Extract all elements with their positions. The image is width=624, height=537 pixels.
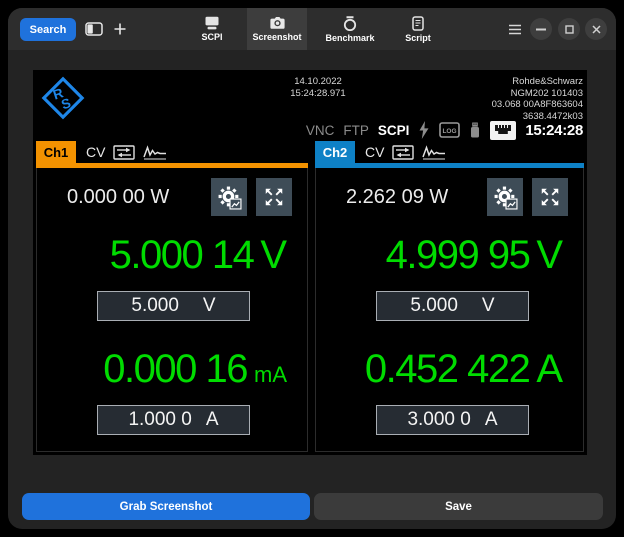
channel1-voltage-reading: 5.000 14 V [37,232,287,278]
ftp-status: FTP [343,122,369,138]
channel2-voltage-reading: 4.999 95 V [316,232,563,278]
current-value: 0.000 16 [103,347,248,391]
channel1-settings-button[interactable] [211,178,247,216]
brand-line: Rohde&Schwarz [512,76,583,87]
lan-icon [490,120,517,140]
waveform-icon [143,144,167,160]
transient-arrows-icon [392,144,415,160]
current-unit: mA [254,362,287,387]
channel1-panel: Ch1 CV 0.000 00 W 5.000 14 V 5.000 V 0.0… [36,141,308,452]
log-icon: LOG [439,122,461,138]
iset-unit: A [205,409,219,430]
voltage-value: 5.000 14 [109,233,255,277]
serial-line: 03.068 00A8F863604 [491,99,583,110]
instrument-screenshot: R S 14.10.2022 15:24:28.971 Rohde&Schwar… [33,70,587,455]
rohde-schwarz-logo-icon: R S [39,74,87,122]
mode-label: CV [86,144,106,160]
close-button[interactable] [585,18,607,40]
iset-value: 3.000 0 [407,409,471,430]
mode-label: CV [365,144,385,160]
channel2-voltage-setpoint[interactable]: 5.000 V [376,291,529,321]
camera-icon [269,16,286,30]
transient-arrows-icon [113,144,136,160]
scpi-status: SCPI [377,122,410,138]
channel2-tabrow: Ch2 CV [315,141,584,163]
current-unit: A [536,347,563,391]
instrument-time-ms: 15:24:28.971 [290,88,346,99]
vset-unit: V [481,295,495,316]
channel2-mode: CV [365,141,446,163]
channel1-mode: CV [86,141,167,163]
channel2-settings-button[interactable] [487,178,523,216]
channel2-power-reading: 2.262 09 W [346,186,449,208]
voltage-unit: V [260,233,287,277]
tab-screenshot-active[interactable]: Screenshot [247,8,307,50]
tab-label: Screenshot [252,32,302,42]
channel2-fullscreen-button[interactable] [532,178,568,216]
script-icon [412,15,424,31]
titlebar[interactable]: Search SCPI Screenshot Benchmark Script [8,8,616,50]
lightning-icon [418,121,430,139]
tab-benchmark[interactable]: Benchmark [318,8,382,50]
vnc-status: VNC [305,122,335,138]
usb-icon [469,122,481,138]
svg-text:S: S [59,95,72,112]
tab-label: Benchmark [325,32,375,43]
minimize-button[interactable] [530,18,552,40]
waveform-icon [422,144,446,160]
vset-unit: V [202,295,216,316]
tab-script[interactable]: Script [390,8,446,50]
hamburger-menu-icon[interactable] [504,18,526,40]
desktop-background: Search SCPI Screenshot Benchmark Script … [0,0,624,537]
vset-value: 5.000 [131,295,179,316]
channel1-current-reading: 0.000 16 mA [37,346,287,398]
current-value: 0.452 422 [364,347,531,391]
channel2-tab[interactable]: Ch2 [315,141,355,163]
channel1-fullscreen-button[interactable] [256,178,292,216]
voltage-value: 4.999 95 [385,233,531,277]
channel2-body: 2.262 09 W 4.999 95 V 5.000 V 0.452 422 … [315,168,584,452]
channel1-body: 0.000 00 W 5.000 14 V 5.000 V 0.000 16 m… [36,168,308,452]
channel1-tab[interactable]: Ch1 [36,141,76,163]
instrument-datetime: 14.10.2022 15:24:28.971 [243,76,393,100]
instrument-statusbar: VNC FTP SCPI LOG 15:24:28 [306,119,583,141]
vset-value: 5.000 [410,295,458,316]
instrument-date: 14.10.2022 [294,76,342,87]
voltage-unit: V [536,233,563,277]
instrument-clock: 15:24:28 [525,121,583,139]
model-line: NGM202 101403 [510,87,583,99]
channel2-current-reading: 0.452 422 A [316,346,563,392]
channel2-panel: Ch2 CV 2.262 09 W 4.999 95 V 5.000 V 0.4… [315,141,584,452]
channel1-voltage-setpoint[interactable]: 5.000 V [97,291,250,321]
terminal-icon [203,16,221,30]
tab-label: Script [405,32,431,43]
new-tab-plus-icon[interactable] [110,21,130,37]
svg-text:LOG: LOG [443,128,457,135]
channel2-current-setpoint[interactable]: 3.000 0 A [376,405,529,435]
iset-value: 1.000 0 [128,409,192,430]
save-button[interactable]: Save [314,493,603,520]
stopwatch-icon [342,15,358,31]
tab-scpi[interactable]: SCPI [184,8,240,50]
grab-screenshot-button[interactable]: Grab Screenshot [22,493,310,520]
iset-unit: A [484,409,498,430]
maximize-button[interactable] [558,18,580,40]
app-window: Search SCPI Screenshot Benchmark Script … [8,8,616,529]
tab-label: SCPI [201,32,223,42]
expand-arrows-icon [263,186,285,208]
channel1-tabrow: Ch1 CV [36,141,308,163]
gear-chart-icon [217,185,242,210]
expand-arrows-icon [539,186,561,208]
instrument-info: Rohde&Schwarz NGM202 101403 03.068 00A8F… [492,76,583,122]
channel1-current-setpoint[interactable]: 1.000 0 A [97,405,250,435]
sidebar-toggle-icon[interactable] [84,21,104,37]
gear-chart-icon [493,185,518,210]
search-button[interactable]: Search [20,18,76,41]
channel1-power-reading: 0.000 00 W [67,186,170,208]
